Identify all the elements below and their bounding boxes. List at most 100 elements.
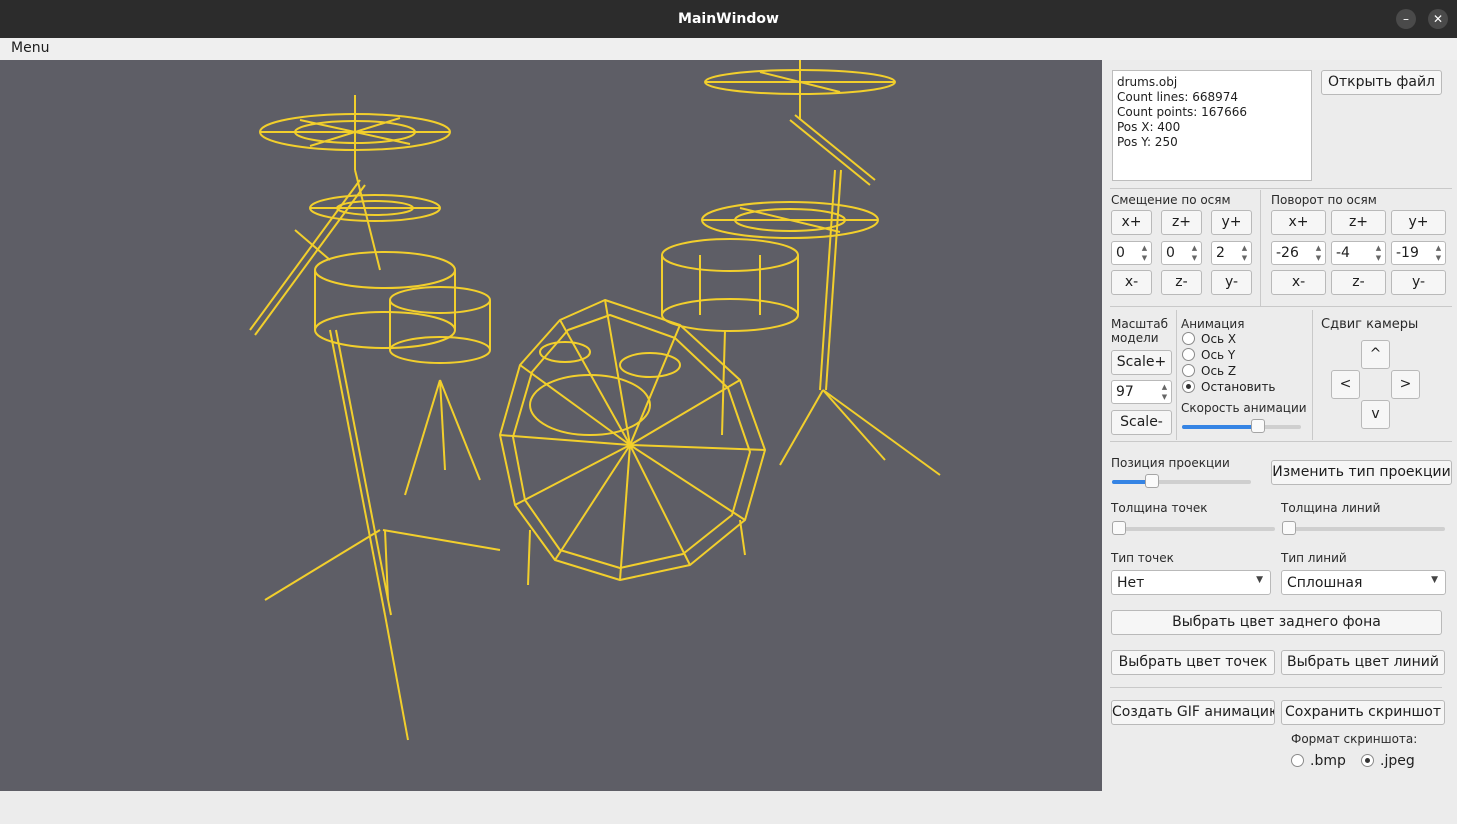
camera-up-button[interactable]: ^: [1361, 340, 1390, 369]
model-info-box: drums.obj Count lines: 668974 Count poin…: [1112, 70, 1312, 181]
anim-radio-stop[interactable]: Остановить: [1182, 380, 1276, 394]
camera-left-button[interactable]: <: [1331, 370, 1360, 399]
slider-handle[interactable]: [1251, 419, 1265, 433]
scale-title-line2: модели: [1111, 331, 1159, 345]
minimize-icon[interactable]: –: [1396, 9, 1416, 29]
translate-x-minus-button[interactable]: x-: [1111, 270, 1152, 295]
projection-label: Позиция проекции: [1111, 456, 1230, 470]
scale-plus-button[interactable]: Scale+: [1111, 350, 1172, 375]
spin-arrows-icon[interactable]: ▲ ▼: [1189, 243, 1200, 263]
radio-icon[interactable]: [1182, 348, 1195, 361]
rotate-x-value: -26: [1276, 245, 1299, 261]
slider-fill: [1182, 425, 1261, 429]
rotate-x-minus-button[interactable]: x-: [1271, 270, 1326, 295]
scale-spinbox[interactable]: 97 ▲ ▼: [1111, 380, 1172, 404]
spin-arrows-icon[interactable]: ▲ ▼: [1139, 243, 1150, 263]
window-titlebar: MainWindow: [0, 0, 1457, 38]
point-size-slider[interactable]: [1112, 521, 1275, 535]
translate-y-value: 2: [1216, 245, 1225, 261]
translate-y-spinbox[interactable]: 2 ▲ ▼: [1211, 241, 1252, 265]
chevron-down-icon[interactable]: ▼: [1431, 575, 1438, 585]
slider-handle[interactable]: [1145, 474, 1159, 488]
anim-radio-z[interactable]: Ось Z: [1182, 364, 1236, 378]
divider: [1110, 687, 1442, 688]
format-radio-jpeg-label: .jpeg: [1380, 753, 1415, 769]
translate-y-minus-button[interactable]: y-: [1211, 270, 1252, 295]
camera-down-button[interactable]: v: [1361, 400, 1390, 429]
chevron-down-icon[interactable]: ▼: [1256, 575, 1263, 585]
translate-title: Смещение по осям: [1111, 193, 1231, 207]
rotate-y-plus-button[interactable]: y+: [1391, 210, 1446, 235]
rotate-z-plus-button[interactable]: z+: [1331, 210, 1386, 235]
scale-title-line1: Масштаб: [1111, 317, 1169, 331]
menu-item[interactable]: Menu: [11, 40, 49, 56]
spin-arrows-icon[interactable]: ▲ ▼: [1433, 243, 1444, 263]
line-width-slider[interactable]: [1282, 521, 1445, 535]
bg-color-button[interactable]: Выбрать цвет заднего фона: [1111, 610, 1442, 635]
slider-fill: [1112, 480, 1148, 484]
rotate-title: Поворот по осям: [1271, 193, 1377, 207]
translate-z-value: 0: [1166, 245, 1175, 261]
model-viewport[interactable]: [0, 60, 1102, 791]
anim-radio-stop-label: Остановить: [1201, 380, 1276, 394]
divider: [1110, 188, 1452, 189]
spin-arrows-icon[interactable]: ▲ ▼: [1159, 382, 1170, 402]
translate-x-plus-button[interactable]: x+: [1111, 210, 1152, 235]
radio-selected-icon[interactable]: [1361, 754, 1374, 767]
format-radio-bmp-label: .bmp: [1310, 753, 1346, 769]
rotate-z-value: -4: [1336, 245, 1350, 261]
open-file-button[interactable]: Открыть файл: [1321, 70, 1442, 95]
change-projection-button[interactable]: Изменить тип проекции: [1271, 460, 1452, 485]
rotate-y-spinbox[interactable]: -19 ▲ ▼: [1391, 241, 1446, 265]
info-file: drums.obj: [1117, 75, 1178, 89]
rotate-z-spinbox[interactable]: -4 ▲ ▼: [1331, 241, 1386, 265]
rotate-y-minus-button[interactable]: y-: [1391, 270, 1446, 295]
radio-icon[interactable]: [1182, 332, 1195, 345]
divider: [1110, 441, 1452, 442]
translate-x-spinbox[interactable]: 0 ▲ ▼: [1111, 241, 1152, 265]
point-type-value: Нет: [1117, 575, 1145, 591]
animation-speed-slider[interactable]: [1182, 419, 1301, 433]
anim-radio-x-label: Ось X: [1201, 332, 1237, 346]
line-color-button[interactable]: Выбрать цвет линий: [1281, 650, 1445, 675]
spin-arrows-icon[interactable]: ▲ ▼: [1313, 243, 1324, 263]
line-type-combo[interactable]: Сплошная ▼: [1281, 570, 1446, 595]
scale-minus-button[interactable]: Scale-: [1111, 410, 1172, 435]
format-radio-jpeg[interactable]: .jpeg: [1361, 753, 1415, 769]
translate-x-value: 0: [1116, 245, 1125, 261]
animation-speed-label: Скорость анимации: [1181, 401, 1307, 415]
rotate-x-spinbox[interactable]: -26 ▲ ▼: [1271, 241, 1326, 265]
save-screenshot-button[interactable]: Сохранить скриншот: [1281, 700, 1445, 725]
anim-radio-x[interactable]: Ось X: [1182, 332, 1236, 346]
info-lines: Count lines: 668974: [1117, 90, 1239, 104]
radio-icon[interactable]: [1182, 364, 1195, 377]
format-radio-bmp[interactable]: .bmp: [1291, 753, 1346, 769]
radio-icon[interactable]: [1291, 754, 1304, 767]
translate-z-minus-button[interactable]: z-: [1161, 270, 1202, 295]
spin-arrows-icon[interactable]: ▲ ▼: [1373, 243, 1384, 263]
translate-z-spinbox[interactable]: 0 ▲ ▼: [1161, 241, 1202, 265]
translate-z-plus-button[interactable]: z+: [1161, 210, 1202, 235]
anim-radio-y[interactable]: Ось Y: [1182, 348, 1235, 362]
radio-selected-icon[interactable]: [1182, 380, 1195, 393]
point-size-label: Толщина точек: [1111, 501, 1208, 515]
camera-right-button[interactable]: >: [1391, 370, 1420, 399]
close-icon[interactable]: ✕: [1428, 9, 1448, 29]
divider: [1176, 310, 1177, 440]
translate-y-plus-button[interactable]: y+: [1211, 210, 1252, 235]
point-color-button[interactable]: Выбрать цвет точек: [1111, 650, 1275, 675]
rotate-z-minus-button[interactable]: z-: [1331, 270, 1386, 295]
projection-slider[interactable]: [1112, 474, 1251, 488]
divider: [1312, 310, 1313, 440]
slider-handle[interactable]: [1282, 521, 1296, 535]
line-type-label: Тип линий: [1281, 551, 1347, 565]
rotate-x-plus-button[interactable]: x+: [1271, 210, 1326, 235]
spin-arrows-icon[interactable]: ▲ ▼: [1239, 243, 1250, 263]
slider-handle[interactable]: [1112, 521, 1126, 535]
create-gif-button[interactable]: Создать GIF анимацию: [1111, 700, 1275, 725]
control-panel: drums.obj Count lines: 668974 Count poin…: [1102, 60, 1457, 791]
menubar: Menu: [0, 38, 1457, 60]
info-points: Count points: 167666: [1117, 105, 1247, 119]
camera-title: Сдвиг камеры: [1321, 317, 1419, 332]
point-type-combo[interactable]: Нет ▼: [1111, 570, 1271, 595]
